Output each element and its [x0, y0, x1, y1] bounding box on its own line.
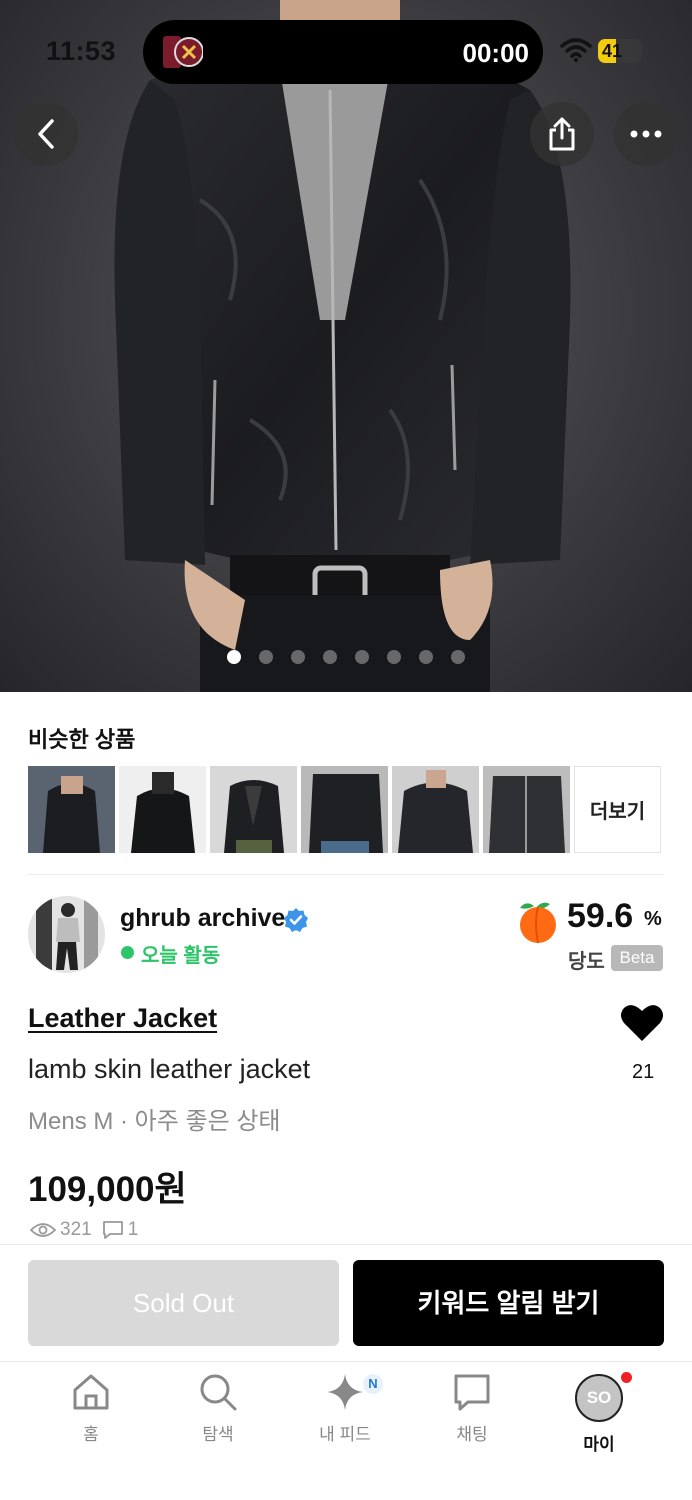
similar-items-title: 비슷한 상품	[28, 727, 136, 752]
avatar-icon: SO	[575, 1374, 623, 1422]
similar-item-thumbnail[interactable]	[119, 766, 206, 853]
similar-item-thumbnail[interactable]	[210, 766, 297, 853]
carousel-dot	[451, 650, 465, 664]
wifi-icon	[560, 38, 592, 62]
tab-chat[interactable]: 채팅	[417, 1372, 527, 1462]
carousel-dot	[387, 650, 401, 664]
carousel-dot	[419, 650, 433, 664]
similar-item-thumbnail[interactable]	[483, 766, 570, 853]
beta-badge: Beta	[611, 945, 663, 971]
search-icon	[200, 1374, 237, 1411]
eye-icon	[30, 1223, 56, 1237]
status-time: 11:53	[46, 36, 117, 66]
back-button[interactable]	[14, 102, 78, 166]
thumbnail-photo	[210, 766, 297, 853]
club-crest-icon	[163, 36, 203, 68]
product-size-condition: Mens M · 아주 좋은 상태	[28, 1108, 281, 1135]
thumbnail-photo	[392, 766, 479, 853]
online-status-dot	[121, 946, 134, 959]
share-icon	[549, 117, 575, 151]
tab-my[interactable]: SO 마이	[544, 1372, 654, 1462]
seller-activity-status: 오늘 활동	[141, 945, 221, 967]
carousel-dot	[323, 650, 337, 664]
live-timer: 00:00	[462, 38, 530, 68]
status-bar: 11:53 00:00 41	[0, 0, 692, 100]
more-dots-icon	[630, 130, 662, 138]
section-divider	[28, 874, 664, 875]
battery-percent: 41	[602, 41, 623, 61]
thumbnail-photo	[119, 766, 206, 853]
tab-my-feed[interactable]: N 내 피드	[290, 1372, 400, 1462]
carousel-dot	[355, 650, 369, 664]
carousel-dot	[291, 650, 305, 664]
dynamic-island[interactable]: 00:00	[143, 20, 543, 84]
seller-avatar-photo	[28, 896, 105, 973]
verified-badge-icon	[284, 908, 308, 932]
product-title: Leather Jacket	[28, 1003, 218, 1033]
new-badge: N	[363, 1374, 383, 1394]
sparkle-icon	[327, 1374, 363, 1410]
similar-items-row: 더보기	[28, 766, 661, 853]
share-button[interactable]	[530, 102, 594, 166]
chevron-left-icon	[38, 119, 54, 149]
tab-my-feed-label: 내 피드	[319, 1425, 371, 1444]
section-divider	[0, 1244, 692, 1245]
thumbnail-photo	[483, 766, 570, 853]
battery-indicator: 41	[598, 39, 642, 63]
chat-icon	[454, 1374, 490, 1411]
keyword-alert-button[interactable]: 키워드 알림 받기	[353, 1260, 664, 1346]
product-image-carousel[interactable]: 11:53 00:00 41	[0, 0, 692, 692]
peach-icon	[520, 902, 556, 944]
sold-out-button[interactable]: Sold Out	[28, 1260, 339, 1346]
sweetness-unit: %	[644, 908, 662, 930]
carousel-dot	[259, 650, 273, 664]
comment-count: 1	[127, 1219, 139, 1240]
tab-search-label: 탐색	[202, 1425, 234, 1444]
bottom-tab-bar: 홈 탐색 N 내 피드 채팅 SO 마이	[0, 1362, 692, 1500]
tab-search[interactable]: 탐색	[163, 1372, 273, 1462]
notification-dot	[621, 1372, 632, 1383]
more-options-button[interactable]	[614, 102, 678, 166]
product-stats: 321 1	[30, 1219, 138, 1241]
seller-avatar[interactable]	[28, 896, 105, 973]
sweetness-score: 59.6	[567, 897, 634, 935]
like-heart-icon[interactable]	[620, 1003, 664, 1043]
similar-item-thumbnail[interactable]	[392, 766, 479, 853]
similar-item-thumbnail[interactable]	[28, 766, 115, 853]
tab-home[interactable]: 홈	[36, 1372, 146, 1462]
product-photo	[114, 0, 571, 692]
product-subtitle: lamb skin leather jacket	[28, 1054, 311, 1084]
similar-items-more-button[interactable]: 더보기	[574, 766, 661, 853]
thumbnail-photo	[301, 766, 388, 853]
product-price: 109,000원	[28, 1170, 187, 1209]
comment-icon	[102, 1221, 123, 1239]
similar-item-thumbnail[interactable]	[301, 766, 388, 853]
home-icon	[73, 1374, 109, 1410]
tab-my-label: 마이	[583, 1435, 615, 1454]
thumbnail-photo	[28, 766, 115, 853]
tab-home-label: 홈	[83, 1425, 99, 1444]
carousel-dot	[227, 650, 241, 664]
view-count: 321	[60, 1219, 92, 1240]
like-count: 21	[632, 1061, 655, 1083]
seller-name[interactable]: ghrub archive	[120, 904, 285, 933]
carousel-indicator	[0, 650, 692, 664]
sweetness-label: 당도	[568, 951, 605, 973]
tab-chat-label: 채팅	[456, 1425, 488, 1444]
